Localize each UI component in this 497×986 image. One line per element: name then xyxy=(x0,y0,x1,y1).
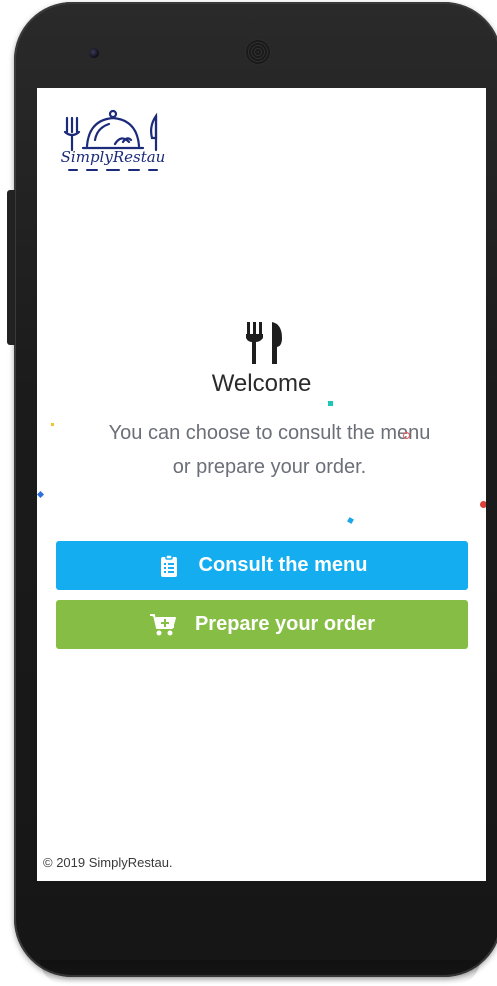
welcome-subtitle: You can choose to consult the menu or pr… xyxy=(45,416,486,484)
consult-menu-label: Consult the menu xyxy=(198,554,368,576)
logo-graphic: SimplyRestau xyxy=(61,109,166,171)
camera-icon xyxy=(89,48,99,58)
subtitle-line-2: or prepare your order. xyxy=(172,456,367,478)
cutlery-icon xyxy=(244,320,284,366)
confetti-dot xyxy=(51,423,54,426)
app-logo[interactable]: SimplyRestau xyxy=(53,106,173,178)
confetti-dot xyxy=(347,517,354,524)
confetti-dot xyxy=(328,401,333,406)
welcome-title: Welcome xyxy=(211,370,312,397)
confetti-dot xyxy=(37,490,45,499)
confetti-dot xyxy=(403,432,410,439)
app-screen: SimplyRestau Welcome You can choose to c… xyxy=(37,88,486,881)
prepare-order-label: Prepare your order xyxy=(194,613,376,635)
prepare-order-button[interactable]: Prepare your order xyxy=(56,600,468,649)
side-button xyxy=(7,190,15,345)
subtitle-line-1: You can choose to consult the menu xyxy=(108,422,431,444)
speaker-grille xyxy=(246,40,270,64)
footer-copyright: © 2019 SimplyRestau. xyxy=(43,855,173,870)
phone-shadow xyxy=(40,960,480,984)
consult-menu-button[interactable]: Consult the menu xyxy=(56,541,468,590)
phone-frame: SimplyRestau Welcome You can choose to c… xyxy=(0,0,497,986)
logo-wordmark: SimplyRestau xyxy=(61,148,166,166)
cart-plus-icon xyxy=(149,613,177,637)
confetti-dot xyxy=(480,501,486,508)
clipboard-list-icon xyxy=(157,553,181,578)
